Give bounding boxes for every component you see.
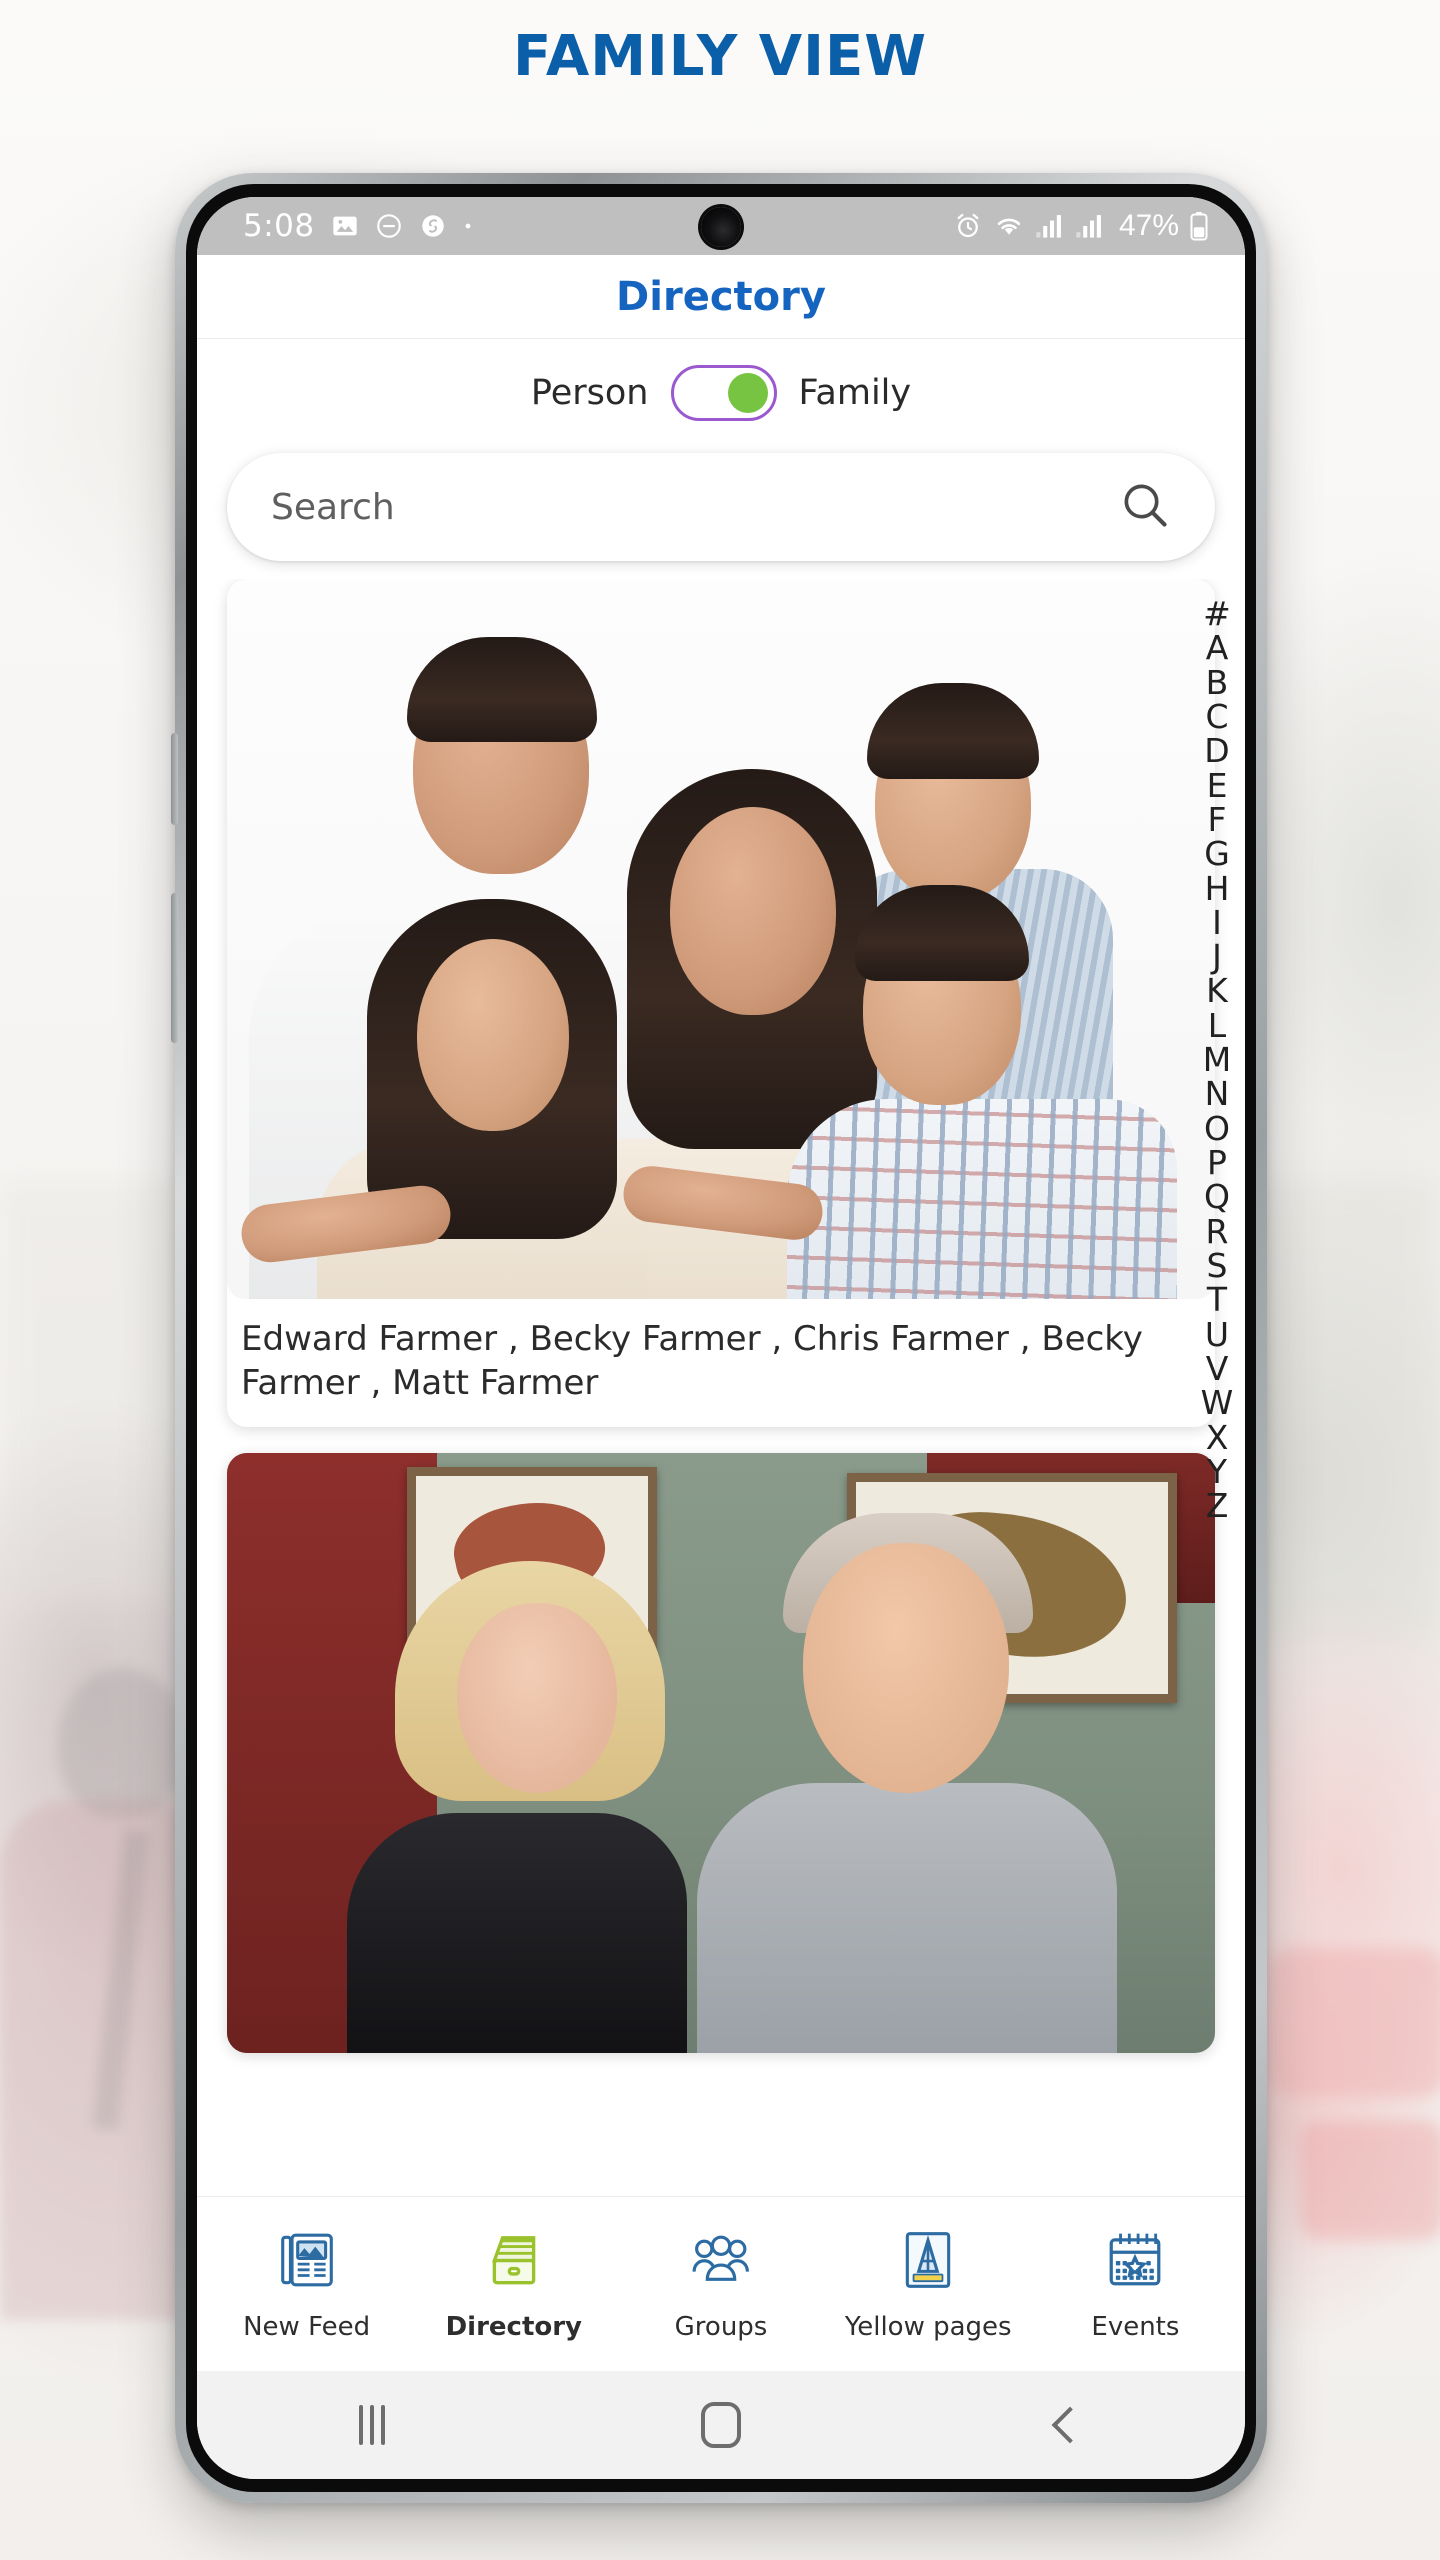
signal-icon bbox=[1075, 212, 1105, 240]
switch-knob bbox=[727, 373, 768, 413]
person-family-toggle-row: Person Family bbox=[197, 339, 1245, 447]
status-bar-right: 47% bbox=[953, 209, 1209, 243]
shazam-icon bbox=[419, 212, 447, 240]
back-button[interactable] bbox=[896, 2406, 1245, 2444]
alphabet-index-letter[interactable]: G bbox=[1204, 836, 1230, 871]
home-button[interactable] bbox=[546, 2402, 895, 2448]
alphabet-index-letter[interactable]: D bbox=[1204, 733, 1229, 768]
photo-icon bbox=[331, 212, 359, 240]
tab-label: Groups bbox=[674, 2312, 768, 2342]
search-icon[interactable] bbox=[1119, 479, 1171, 536]
battery-percent: 47% bbox=[1118, 209, 1179, 242]
people-icon bbox=[688, 2222, 754, 2298]
alphabet-index-letter[interactable]: Z bbox=[1206, 1488, 1229, 1523]
home-icon bbox=[700, 2402, 741, 2448]
alphabet-index[interactable]: # A B C D E F G H I J K L M N O P Q R S T U V W X Y Z bbox=[1195, 596, 1239, 2186]
background-shape bbox=[0, 1180, 190, 1600]
recents-icon bbox=[358, 2405, 385, 2445]
newspaper-icon bbox=[276, 2222, 338, 2298]
alphabet-index-letter[interactable]: P bbox=[1207, 1145, 1227, 1180]
wifi-icon bbox=[993, 212, 1025, 240]
alphabet-index-letter[interactable]: A bbox=[1206, 630, 1229, 665]
alphabet-index-letter[interactable]: Q bbox=[1204, 1179, 1230, 1214]
tab-directory[interactable]: Directory bbox=[410, 2222, 617, 2342]
phone-power-button[interactable] bbox=[171, 893, 178, 1043]
family-member-names: Edward Farmer , Becky Farmer , Chris Far… bbox=[241, 1319, 1143, 1404]
tab-groups[interactable]: Groups bbox=[617, 2222, 824, 2342]
signal-icon bbox=[1035, 212, 1065, 240]
family-card[interactable] bbox=[227, 1453, 1215, 2054]
phone-screen: 5:08 47% Directory Person Family Search … bbox=[197, 197, 1245, 2479]
background-person-head bbox=[58, 1668, 186, 1818]
alphabet-index-letter[interactable]: K bbox=[1206, 974, 1228, 1009]
calendar-icon bbox=[1104, 2222, 1166, 2298]
alphabet-index-letter[interactable]: F bbox=[1208, 802, 1227, 837]
toggle-label-family[interactable]: Family bbox=[799, 373, 912, 413]
background-chair bbox=[1268, 1948, 1440, 2098]
page-header-title: Directory bbox=[616, 273, 826, 320]
alphabet-index-letter[interactable]: C bbox=[1205, 699, 1228, 734]
toggle-label-person[interactable]: Person bbox=[531, 373, 649, 413]
tab-label: New Feed bbox=[243, 2312, 371, 2342]
tab-events[interactable]: Events bbox=[1032, 2222, 1239, 2342]
alphabet-index-letter[interactable]: O bbox=[1204, 1111, 1230, 1146]
dot-icon bbox=[463, 221, 473, 231]
recents-button[interactable] bbox=[197, 2405, 546, 2445]
back-icon bbox=[1051, 2406, 1089, 2444]
bottom-tab-bar: New Feed Directory Groups Yellow pages E… bbox=[197, 2196, 1245, 2371]
tab-label: Yellow pages bbox=[844, 2312, 1012, 2342]
person-family-switch[interactable] bbox=[670, 365, 777, 421]
tab-yellow-pages[interactable]: Yellow pages bbox=[825, 2222, 1032, 2342]
alphabet-index-letter[interactable]: J bbox=[1212, 939, 1222, 974]
alphabet-index-letter[interactable]: T bbox=[1207, 1282, 1227, 1317]
alphabet-index-letter[interactable]: U bbox=[1205, 1317, 1229, 1352]
phone-frame: 5:08 47% Directory Person Family Search … bbox=[171, 173, 1267, 2503]
family-photo-farmer[interactable] bbox=[227, 579, 1215, 1299]
alphabet-index-letter[interactable]: # bbox=[1203, 596, 1231, 631]
tab-new-feed[interactable]: New Feed bbox=[203, 2222, 410, 2342]
phone-volume-button[interactable] bbox=[171, 733, 178, 825]
family-photo-couple[interactable] bbox=[227, 1453, 1215, 2054]
alphabet-index-letter[interactable]: E bbox=[1207, 768, 1228, 803]
alphabet-index-letter[interactable]: B bbox=[1206, 665, 1229, 700]
alphabet-index-letter[interactable]: X bbox=[1206, 1420, 1229, 1455]
status-time: 5:08 bbox=[243, 208, 315, 244]
alphabet-index-letter[interactable]: V bbox=[1206, 1351, 1229, 1386]
alphabet-index-letter[interactable]: I bbox=[1212, 905, 1222, 940]
tab-label: Directory bbox=[445, 2312, 583, 2342]
family-card[interactable]: Edward Farmer , Becky Farmer , Chris Far… bbox=[227, 579, 1215, 1428]
yellow-pages-icon bbox=[899, 2222, 957, 2298]
status-bar-left: 5:08 bbox=[243, 208, 473, 244]
alphabet-index-letter[interactable]: W bbox=[1201, 1385, 1234, 1420]
tab-label: Events bbox=[1091, 2312, 1180, 2342]
battery-icon bbox=[1189, 211, 1209, 241]
alphabet-index-letter[interactable]: L bbox=[1208, 1008, 1226, 1043]
alphabet-index-letter[interactable]: H bbox=[1205, 871, 1230, 906]
alphabet-index-letter[interactable]: M bbox=[1203, 1042, 1231, 1077]
alphabet-index-letter[interactable]: R bbox=[1206, 1214, 1229, 1249]
file-box-icon bbox=[483, 2222, 545, 2298]
android-navigation-bar bbox=[197, 2371, 1245, 2479]
front-camera bbox=[701, 207, 741, 247]
status-bar: 5:08 47% bbox=[197, 197, 1245, 255]
do-not-disturb-icon bbox=[375, 212, 403, 240]
app-header: Directory bbox=[197, 255, 1245, 339]
family-list[interactable]: Edward Farmer , Becky Farmer , Chris Far… bbox=[197, 579, 1245, 2196]
search-bar[interactable] bbox=[227, 453, 1215, 561]
background-chair bbox=[1300, 2120, 1440, 2240]
search-input[interactable] bbox=[271, 486, 1119, 528]
alarm-icon bbox=[953, 211, 983, 241]
alphabet-index-letter[interactable]: S bbox=[1207, 1248, 1228, 1283]
page-title: FAMILY VIEW bbox=[513, 24, 927, 89]
phone-bezel: 5:08 47% Directory Person Family Search … bbox=[186, 184, 1256, 2492]
alphabet-index-letter[interactable]: N bbox=[1205, 1077, 1230, 1112]
alphabet-index-letter[interactable]: Y bbox=[1207, 1454, 1227, 1489]
search-section bbox=[197, 447, 1245, 579]
page-root: FAMILY VIEW 5:08 47% Directory Person Fa… bbox=[0, 0, 1440, 2560]
